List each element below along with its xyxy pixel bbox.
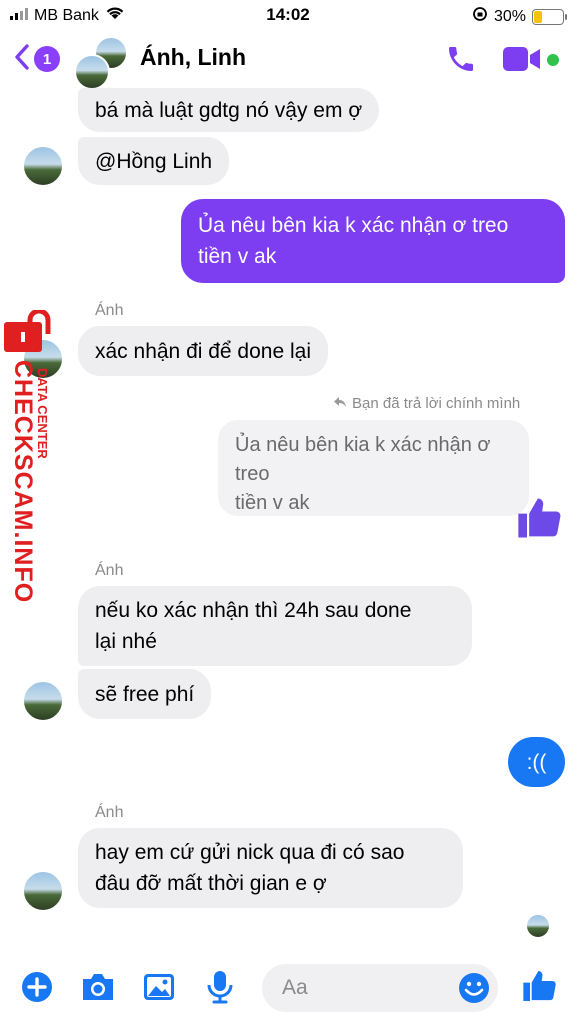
reply-indicator: Bạn đã trả lời chính mình <box>333 395 520 412</box>
chat-title[interactable]: Ánh, Linh <box>140 44 246 71</box>
emoji-icon[interactable] <box>457 971 491 1011</box>
sender-avatar[interactable] <box>22 870 64 912</box>
battery-percent: 30% <box>493 7 526 25</box>
watermark-subtext: DATA CENTER <box>35 368 50 459</box>
quote-text: Ủa nêu bên kia k xác nhận ơ treo <box>235 434 491 485</box>
chat-header: 1 Ánh, Linh <box>0 30 576 90</box>
message-text: tiền v ak <box>198 245 277 268</box>
message-text: sẽ free phí <box>95 682 195 706</box>
message-bubble[interactable]: bá mà luật gdtg nó vậy em ợ <box>78 88 380 132</box>
like-icon[interactable] <box>520 966 560 1011</box>
mic-icon[interactable] <box>206 969 234 1010</box>
message-bubble-outgoing[interactable]: Ủa nêu bên kia k xác nhận ơ treo tiền v … <box>181 199 565 283</box>
sender-name: Ánh <box>95 804 124 821</box>
video-icon[interactable] <box>502 45 542 78</box>
reply-label: Bạn đã trả lời chính mình <box>352 395 521 412</box>
message-bubble-outgoing[interactable]: :(( <box>508 737 565 787</box>
lock-icon <box>4 308 62 359</box>
avatar <box>74 54 110 90</box>
message-text: lại nhé <box>95 630 157 653</box>
message-text: Ủa nêu bên kia k xác nhận ơ treo <box>198 214 509 237</box>
sender-name: Ánh <box>95 302 124 319</box>
sender-name: Ánh <box>95 562 124 579</box>
plus-icon[interactable] <box>20 970 54 1009</box>
back-button[interactable]: 1 <box>14 42 70 76</box>
seen-avatar <box>526 914 550 938</box>
message-text: đâu đỡ mất thời gian e ợ <box>95 872 327 895</box>
message-bubble[interactable]: @Hồng Linh <box>78 137 230 185</box>
sender-avatar[interactable] <box>22 680 64 722</box>
message-text: :(( <box>526 750 547 774</box>
like-icon[interactable] <box>514 492 566 549</box>
phone-icon[interactable] <box>445 43 477 80</box>
message-bubble[interactable]: hay em cứ gửi nick qua đi có sao đâu đỡ … <box>78 828 463 908</box>
message-text: nếu ko xác nhận thì 24h sau done <box>95 599 412 622</box>
message-text: hay em cứ gửi nick qua đi có sao <box>95 841 405 864</box>
watermark: CHECKSCAM.INFO DATA CENTER <box>0 308 70 610</box>
unread-badge: 1 <box>34 46 60 72</box>
group-avatar[interactable] <box>74 36 128 90</box>
message-text: bá mà luật gdtg nó vậy em ợ <box>95 98 363 122</box>
message-bubble[interactable]: nếu ko xác nhận thì 24h sau done lại nhé <box>78 586 472 666</box>
message-bubble[interactable]: xác nhận đi để done lại <box>78 326 328 376</box>
status-bar: MB Bank 14:02 30% <box>0 0 576 30</box>
online-indicator <box>547 54 559 66</box>
back-chevron-icon <box>14 43 30 75</box>
battery-icon <box>532 8 567 25</box>
message-bubble[interactable]: sẽ free phí <box>78 669 212 719</box>
message-text: xác nhận đi để done lại <box>95 339 311 363</box>
gallery-icon[interactable] <box>142 971 176 1008</box>
quote-text: tiền v ak <box>235 492 310 514</box>
camera-icon[interactable] <box>80 971 116 1008</box>
quoted-message[interactable]: Ủa nêu bên kia k xác nhận ơ treo tiền v … <box>218 420 529 516</box>
sender-avatar[interactable] <box>22 145 64 187</box>
message-input[interactable]: Aa <box>262 964 498 1012</box>
status-right: 30% <box>472 6 567 27</box>
input-placeholder: Aa <box>282 976 308 999</box>
composer: Aa <box>0 958 576 1018</box>
reply-arrow-icon <box>333 395 347 412</box>
watermark-text: CHECKSCAM.INFO <box>9 360 37 604</box>
orientation-lock-icon <box>472 6 488 27</box>
mention-text[interactable]: @Hồng Linh <box>95 146 212 177</box>
